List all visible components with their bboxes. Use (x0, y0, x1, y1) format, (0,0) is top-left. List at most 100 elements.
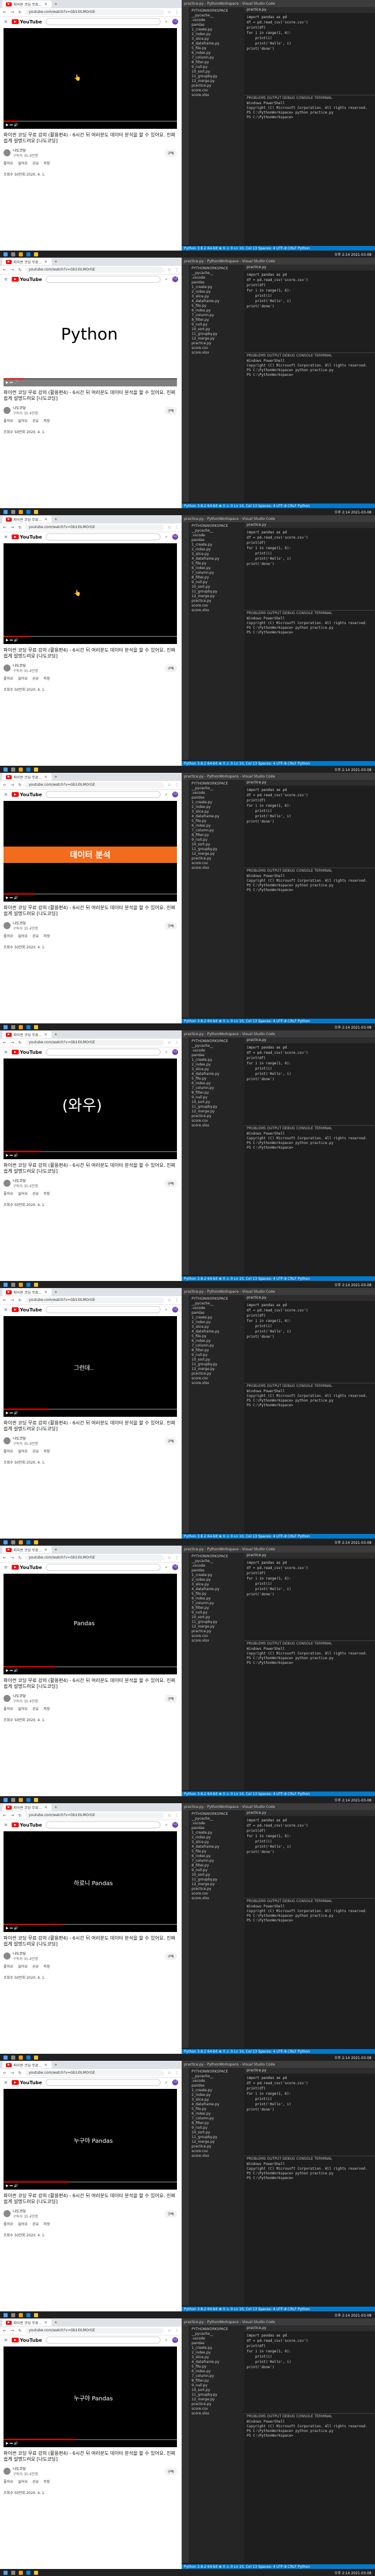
explorer-item[interactable]: score.csv (189, 1119, 244, 1123)
channel-avatar[interactable] (4, 149, 11, 156)
youtube-logo[interactable]: YouTube (12, 792, 42, 797)
forward-icon[interactable]: → (10, 1556, 15, 1560)
channel-name[interactable]: 나도코딩 (13, 148, 38, 153)
back-icon[interactable]: ← (2, 2071, 7, 2075)
chrome-icon[interactable] (19, 767, 23, 772)
explorer-item[interactable]: 11_groupby.py (189, 2135, 244, 2140)
terminal-tabs[interactable]: PROBLEMS OUTPUT DEBUG CONSOLE TERMINAL (244, 1641, 375, 1647)
explorer-item[interactable]: 2_index.py (189, 1063, 244, 1067)
avatar[interactable]: 나 (172, 19, 178, 25)
browser-tab[interactable]: ▶ 파이썬 코딩 무료... × (2, 1031, 52, 1038)
reload-icon[interactable]: ↻ (18, 2328, 22, 2333)
share-button[interactable]: 공유 (32, 2221, 39, 2226)
code-line[interactable]: for i in range(1, 6): (247, 1318, 373, 1324)
code-line[interactable]: for i in range(1, 6): (247, 30, 373, 36)
explorer-item[interactable]: 12_merge.py (189, 79, 244, 84)
explorer-item[interactable]: 4_dataframe.py (189, 1845, 244, 1849)
explorer-item[interactable]: 8_filter.py (189, 1091, 244, 1095)
explorer-item[interactable]: score.xlsx (189, 1381, 244, 1386)
reload-icon[interactable]: ↻ (18, 1298, 22, 1303)
code-line[interactable]: df = pd.read_csv('score.csv') (247, 1308, 373, 1313)
new-tab-icon[interactable]: + (53, 2, 58, 6)
editor-tab[interactable]: practice.py (244, 1037, 375, 1043)
chrome-icon[interactable] (19, 1282, 23, 1287)
explorer-item[interactable]: 7_column.py (189, 1344, 244, 1348)
explorer-item[interactable]: 12_merge.py (189, 852, 244, 857)
video-player[interactable]: 하로니 Pandas ▶ ⏭ 🔊 (4, 1831, 177, 1932)
explorer-item[interactable]: 4_dataframe.py (189, 1587, 244, 1592)
youtube-logo[interactable]: YouTube (12, 277, 42, 282)
editor-tab[interactable]: practice.py (244, 522, 375, 528)
forward-icon[interactable]: → (10, 1298, 15, 1303)
browser-tab[interactable]: ▶ 파이썬 코딩 무료... × (2, 2061, 52, 2068)
code-line[interactable]: print(df) (247, 2086, 373, 2091)
video-player[interactable]: 👆 ▶ ⏭ 🔊 (4, 543, 177, 644)
close-icon[interactable]: × (43, 1805, 48, 1810)
like-button[interactable]: 좋아요 (4, 933, 13, 938)
explorer-item[interactable]: 11_groupby.py (189, 1105, 244, 1109)
explorer-item[interactable]: 7_column.py (189, 1601, 244, 1606)
explorer-item[interactable]: pandas (189, 538, 244, 543)
dislike-button[interactable]: 싫어요 (18, 1964, 28, 1969)
avatar[interactable]: 나 (172, 792, 178, 797)
explorer-item[interactable]: 4_dataframe.py (189, 1072, 244, 1077)
channel-name[interactable]: 나도코딩 (13, 1951, 38, 1956)
code-editor[interactable]: practice.py import pandas as pd df = pd.r… (244, 780, 375, 868)
menu-icon[interactable]: ⋮ (175, 1813, 179, 1818)
explorer-item[interactable]: score.csv (189, 2149, 244, 2154)
explorer-item[interactable]: 9_null.py (189, 2126, 244, 2130)
channel-name[interactable]: 나도코딩 (13, 405, 38, 410)
channel-name[interactable]: 나도코딩 (13, 1178, 38, 1183)
code-line[interactable]: print(i) (247, 1581, 373, 1587)
search-icon[interactable] (11, 2055, 15, 2060)
code-line[interactable]: for i in range(1, 6): (247, 2091, 373, 2097)
vscode-icon[interactable] (26, 1025, 30, 1029)
dislike-button[interactable]: 싫어요 (18, 1448, 28, 1454)
channel-name[interactable]: 나도코딩 (13, 663, 38, 668)
hamburger-icon[interactable]: ≡ (4, 277, 8, 282)
folder-icon[interactable] (34, 2055, 38, 2060)
search-icon[interactable]: ⌕ (164, 1307, 169, 1312)
explorer-item[interactable]: 3_slice.py (189, 1840, 244, 1845)
folder-icon[interactable] (34, 1540, 38, 1544)
code-line[interactable]: import pandas as pd (247, 2333, 373, 2338)
code-line[interactable]: for i in range(1, 6): (247, 546, 373, 551)
youtube-logo[interactable]: YouTube (12, 1307, 42, 1313)
code-line[interactable]: print('done') (247, 1334, 373, 1340)
vscode-icon[interactable] (26, 1282, 30, 1287)
code-line[interactable]: df = pd.read_csv('score.csv') (247, 278, 373, 283)
terminal-panel[interactable]: PROBLEMS OUTPUT DEBUG CONSOLE TERMINAL W… (244, 2156, 375, 2306)
explorer-item[interactable]: 6_index.py (189, 1339, 244, 1344)
search-icon[interactable] (11, 1025, 15, 1029)
star-icon[interactable]: ☆ (167, 1298, 172, 1303)
code-editor[interactable]: practice.py import pandas as pd df = pd.r… (244, 1810, 375, 1898)
code-line[interactable]: import pandas as pd (247, 1818, 373, 1823)
forward-icon[interactable]: → (10, 525, 15, 530)
search-input[interactable] (45, 1306, 161, 1313)
explorer-item[interactable]: 6_index.py (189, 2112, 244, 2116)
explorer-item[interactable]: 5_file.py (189, 304, 244, 309)
hamburger-icon[interactable]: ≡ (4, 1050, 8, 1054)
code-line[interactable]: print(df) (247, 2344, 373, 2349)
forward-icon[interactable]: → (10, 1813, 15, 1818)
explorer-item[interactable]: 7_column.py (189, 56, 244, 60)
explorer-item[interactable]: .vscode (189, 1306, 244, 1311)
explorer-item[interactable]: 9_null.py (189, 838, 244, 842)
explorer-item[interactable]: 3_slice.py (189, 1325, 244, 1330)
menu-icon[interactable]: ⋮ (175, 1556, 179, 1560)
explorer-item[interactable]: 6_index.py (189, 824, 244, 828)
share-button[interactable]: 공유 (32, 160, 39, 166)
code-line[interactable]: print('done') (247, 2365, 373, 2370)
explorer-item[interactable]: 4_dataframe.py (189, 2102, 244, 2107)
explorer-item[interactable]: 12_merge.py (189, 1882, 244, 1887)
channel-avatar[interactable] (4, 1695, 11, 1702)
star-icon[interactable]: ☆ (167, 2071, 172, 2075)
explorer-item[interactable]: __pycache__ (189, 1301, 244, 1306)
explorer-item[interactable]: PYTHONWORKSPACE (189, 782, 244, 786)
explorer-item[interactable]: __pycache__ (189, 529, 244, 533)
forward-icon[interactable]: → (10, 10, 15, 15)
explorer-item[interactable]: 7_column.py (189, 571, 244, 576)
code-line[interactable]: print('Hello', i) (247, 1844, 373, 1849)
menu-icon[interactable]: ⋮ (175, 1298, 179, 1303)
terminal-panel[interactable]: PROBLEMS OUTPUT DEBUG CONSOLE TERMINAL W… (244, 95, 375, 245)
